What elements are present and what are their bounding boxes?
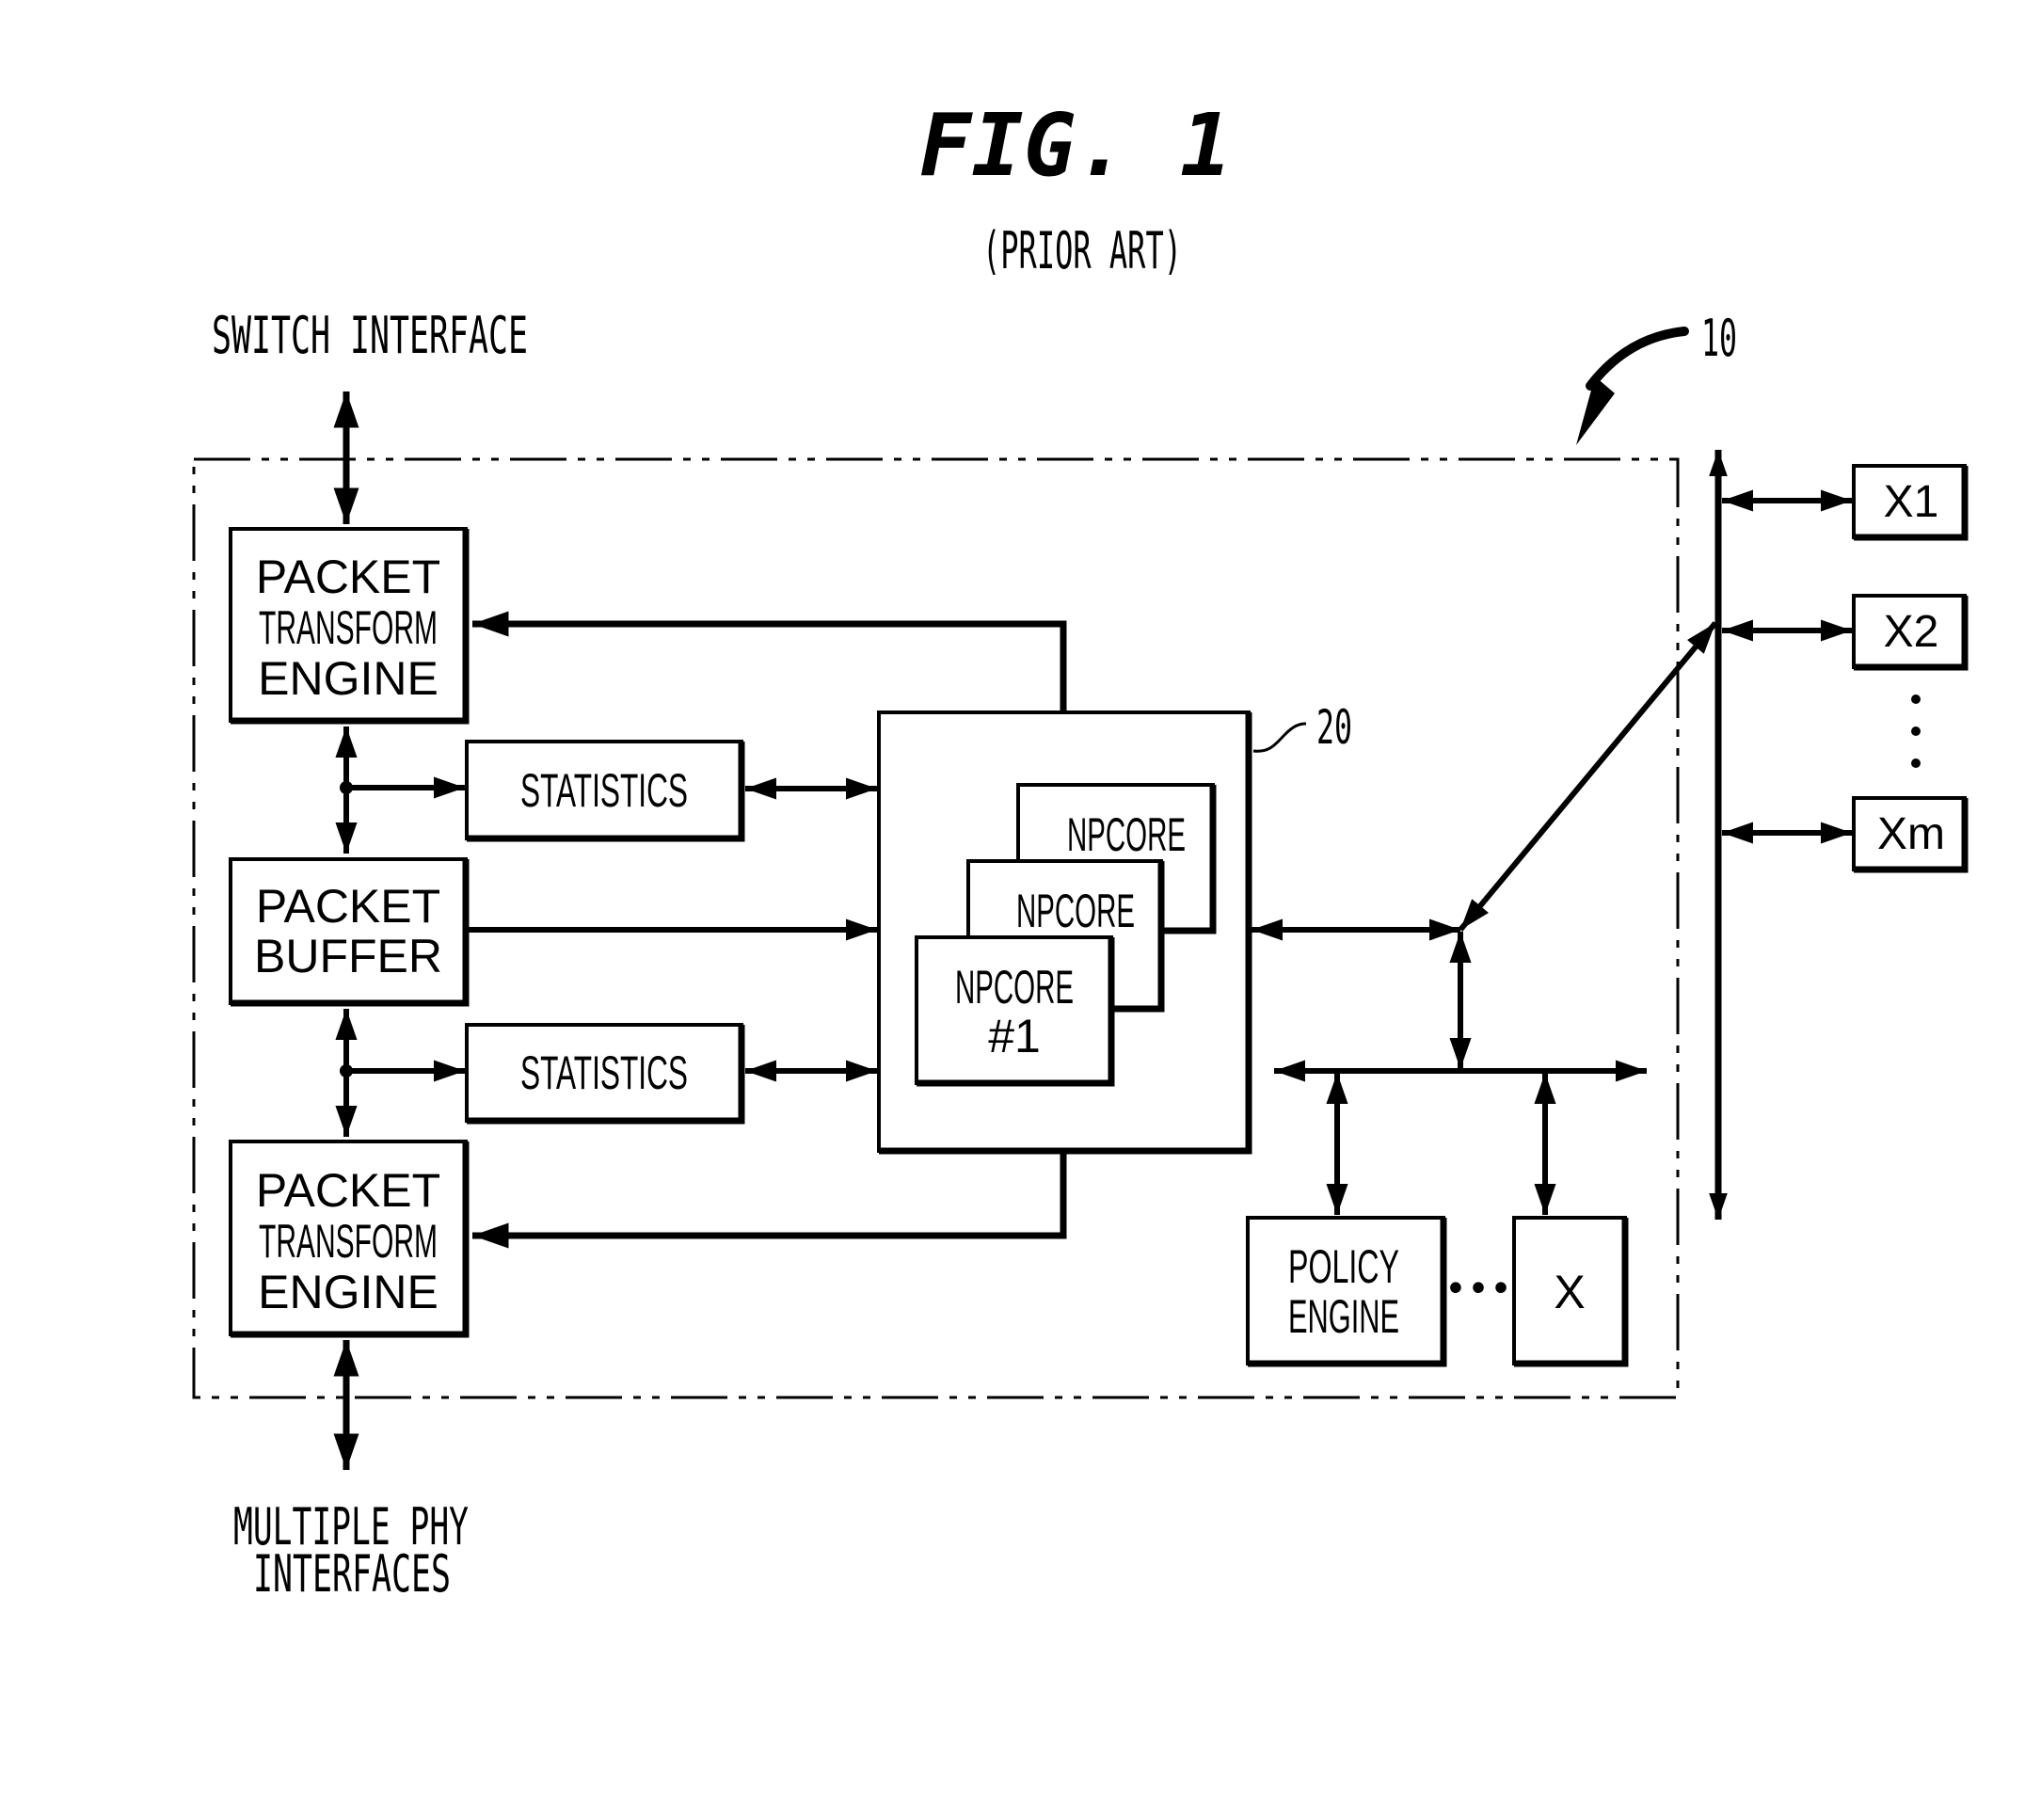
statistics-bottom: STATISTICS <box>465 1023 745 1125</box>
continuation-dot <box>1911 694 1921 704</box>
x-block: X <box>1512 1216 1629 1367</box>
block-label: NPCORE <box>955 961 1074 1014</box>
block-label: STATISTICS <box>520 1046 688 1099</box>
policy-engine: POLICY ENGINE <box>1246 1216 1447 1367</box>
block-label: X2 <box>1884 607 1939 657</box>
x1-block: X1 <box>1852 464 1969 541</box>
np-reference-numeral: 20 <box>1316 700 1352 755</box>
block-label: X1 <box>1884 477 1939 527</box>
block-label: BUFFER <box>254 930 442 982</box>
continuation-dot <box>1911 726 1921 736</box>
packet-transform-engine-bottom: PACKET TRANSFORM ENGINE <box>229 1140 470 1338</box>
block-label: NPCORE <box>1067 808 1186 861</box>
block-label: TRANSFORM <box>259 1215 438 1268</box>
block-label: PACKET <box>256 551 440 603</box>
statistics-top: STATISTICS <box>465 740 745 842</box>
block-label: X <box>1554 1266 1585 1318</box>
block-label: ENGINE <box>1288 1290 1399 1343</box>
packet-transform-engine-top: PACKET TRANSFORM ENGINE <box>229 527 470 725</box>
packet-buffer: PACKET BUFFER <box>229 857 470 1007</box>
block-label: POLICY <box>1288 1240 1399 1293</box>
block-label: Xm <box>1877 809 1945 859</box>
block-label: PACKET <box>256 880 440 933</box>
switch-interface-label: SWITCH INTERFACE <box>212 306 528 365</box>
xm-block: Xm <box>1852 796 1969 873</box>
npcore-1: NPCORE #1 <box>915 935 1115 1087</box>
block-diagram: FIG. 1 (PRIOR ART) 10 SWITCH INTERFACE P… <box>192 95 1969 1604</box>
reference-numeral-10: 10 <box>1701 309 1737 368</box>
np-to-pte-top-arrow <box>472 611 1067 712</box>
block-label: TRANSFORM <box>259 601 438 654</box>
ellipsis-dots: ••• <box>1444 1268 1512 1311</box>
figure-title: FIG. 1 <box>919 95 1232 196</box>
reference-arrow-head-icon <box>1576 376 1615 445</box>
block-label: #1 <box>988 1010 1041 1062</box>
continuation-dot <box>1911 758 1921 768</box>
block-label: STATISTICS <box>520 764 688 817</box>
np-reference-leader <box>1252 722 1307 753</box>
reference-arrow <box>1586 327 1689 391</box>
block-label: ENGINE <box>258 1266 438 1318</box>
block-label: NPCORE <box>1016 885 1135 937</box>
phy-interfaces-label-line2: INTERFACES <box>253 1544 451 1604</box>
figure-subtitle: (PRIOR ART) <box>982 221 1182 280</box>
block-label: ENGINE <box>258 652 438 705</box>
np-to-pte-bottom-arrow <box>472 1151 1067 1249</box>
x2-block: X2 <box>1852 594 1969 671</box>
block-label: PACKET <box>256 1164 440 1217</box>
